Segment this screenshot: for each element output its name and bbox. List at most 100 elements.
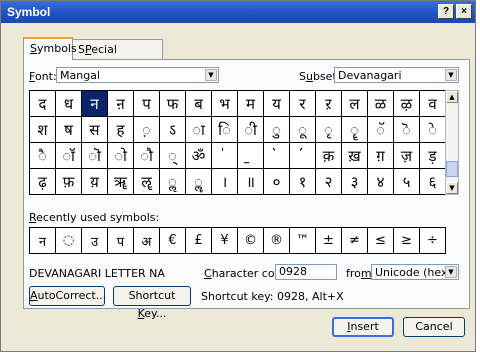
symbol-cell[interactable]: ॓ [264,143,290,169]
symbol-cell[interactable]: ॒ [238,143,264,169]
symbol-cell[interactable]: ु [264,117,290,143]
symbol-cell[interactable]: ष [56,117,82,143]
symbol-cell[interactable]: ् [160,143,186,169]
symbol-cell[interactable]: ॐ [186,143,212,169]
symbol-cell[interactable]: ि [212,117,238,143]
shortcut-key-button[interactable]: Shortcut Key... [113,286,191,320]
symbol-cell[interactable]: ह [108,117,134,143]
symbol-cell[interactable]: ऴ [394,91,420,117]
symbol-cell[interactable]: ऱ [316,91,342,117]
symbol-cell[interactable]: य़ [82,169,108,195]
symbol-cell[interactable]: क़ [316,143,342,169]
symbol-cell[interactable]: ध [56,91,82,117]
symbol-cell[interactable]: २ [316,169,342,195]
symbol-cell[interactable]: ३ [342,169,368,195]
recent-symbol-cell[interactable]: ≤ [368,228,394,254]
recent-symbol-cell[interactable]: ≥ [394,228,420,254]
symbol-cell[interactable]: १ [290,169,316,195]
chevron-down-icon[interactable]: ▼ [445,69,457,81]
symbol-cell[interactable]: फ [160,91,186,117]
symbol-cell[interactable]: म [238,91,264,117]
symbol-cell[interactable]: ौ [134,143,160,169]
symbol-cell[interactable]: ू [290,117,316,143]
recent-symbol-cell[interactable]: अ [134,228,160,254]
recent-symbol-cell[interactable]: € [160,228,186,254]
symbol-cell[interactable]: े [420,117,446,143]
symbol-cell[interactable]: ृ [316,117,342,143]
symbol-cell[interactable]: व [420,91,446,117]
symbol-cell[interactable]: भ [212,91,238,117]
symbol-cell[interactable]: ा [186,117,212,143]
character-code-input[interactable]: 0928 [275,264,337,280]
recent-symbol-cell[interactable]: © [238,228,264,254]
recent-symbol-cell[interactable]: £ [186,228,212,254]
help-button[interactable]: ? [438,4,454,19]
chevron-down-icon[interactable]: ▼ [445,266,457,278]
symbol-cell[interactable]: न [82,91,108,117]
symbol-cell[interactable]: ी [238,117,264,143]
symbol-cell[interactable]: । [212,169,238,195]
tab-special-characters[interactable]: SPecial Characters [71,39,163,75]
symbol-cell[interactable]: र [290,91,316,117]
subset-select[interactable]: Devanagari ▼ [334,67,459,83]
symbol-cell[interactable]: ॅ [368,117,394,143]
chevron-down-icon[interactable]: ▼ [205,69,217,81]
recent-symbol-cell[interactable]: ¥ [212,228,238,254]
symbol-cell[interactable]: ◌़ [134,117,160,143]
symbol-cell[interactable]: ै [30,143,56,169]
symbol-cell[interactable]: द [30,91,56,117]
scroll-down-icon[interactable]: ▼ [446,182,458,194]
recent-symbol-cell[interactable]: न [30,228,56,254]
from-select[interactable]: Unicode (hex) ▼ [371,264,459,280]
symbol-cell[interactable]: ड़ [420,143,446,169]
recent-symbol-cell[interactable]: ® [264,228,290,254]
symbol-cell[interactable]: ४ [368,169,394,195]
scroll-up-icon[interactable]: ▲ [446,91,458,103]
symbol-cell[interactable]: ख़ [342,143,368,169]
symbol-cell[interactable]: ॉ [56,143,82,169]
symbol-cell[interactable]: ज़ [394,143,420,169]
recent-symbol-cell[interactable]: ≠ [342,228,368,254]
symbol-grid-scrollbar[interactable]: ▲ ▼ [445,90,459,195]
symbol-cell[interactable]: ० [264,169,290,195]
symbol-cell[interactable]: ॔ [290,143,316,169]
cancel-button[interactable]: Cancel [403,317,465,337]
recent-symbol-cell[interactable]: ™ [290,228,316,254]
recent-symbol-cell[interactable]: ± [316,228,342,254]
symbol-cell[interactable]: य [264,91,290,117]
tab-symbols[interactable]: Symbols [23,37,77,60]
insert-button[interactable]: Insert [332,317,394,337]
symbol-cell[interactable]: ६ [420,169,446,195]
recent-symbol-cell[interactable]: ÷ [420,228,446,254]
symbol-cell[interactable]: ॠ [108,169,134,195]
symbol-cell[interactable]: ल [342,91,368,117]
recent-symbol-cell[interactable]: उ [82,228,108,254]
symbol-cell[interactable]: ॢ [160,169,186,195]
close-button[interactable]: × [456,4,472,19]
symbol-cell[interactable]: ॄ [342,117,368,143]
symbol-cell[interactable]: ो [108,143,134,169]
symbol-cell[interactable]: ॣ [186,169,212,195]
symbol-cell[interactable]: फ़ [56,169,82,195]
symbol-cell[interactable]: ऽ [160,117,186,143]
symbol-cell[interactable]: ग़ [368,143,394,169]
recent-symbol-cell[interactable]: प [108,228,134,254]
symbol-cell[interactable]: ॆ [394,117,420,143]
symbol-cell[interactable]: ळ [368,91,394,117]
scroll-thumb[interactable] [446,161,458,177]
symbol-cell[interactable]: ॥ [238,169,264,195]
recent-symbol-cell[interactable]: ◌ [56,228,82,254]
symbol-cell[interactable]: ॑ [212,143,238,169]
symbol-cell[interactable]: ढ़ [30,169,56,195]
symbol-cell[interactable]: ॡ [134,169,160,195]
font-select[interactable]: Mangal ▼ [56,67,219,83]
symbol-cell[interactable]: ॊ [82,143,108,169]
title-bar[interactable]: Symbol ? × [1,1,475,23]
autocorrect-button[interactable]: AutoCorrect... [29,286,106,306]
symbol-cell[interactable]: ब [186,91,212,117]
symbol-cell[interactable]: स [82,117,108,143]
symbol-cell[interactable]: श [30,117,56,143]
symbol-cell[interactable]: ऩ [108,91,134,117]
symbol-cell[interactable]: प [134,91,160,117]
symbol-cell[interactable]: ५ [394,169,420,195]
